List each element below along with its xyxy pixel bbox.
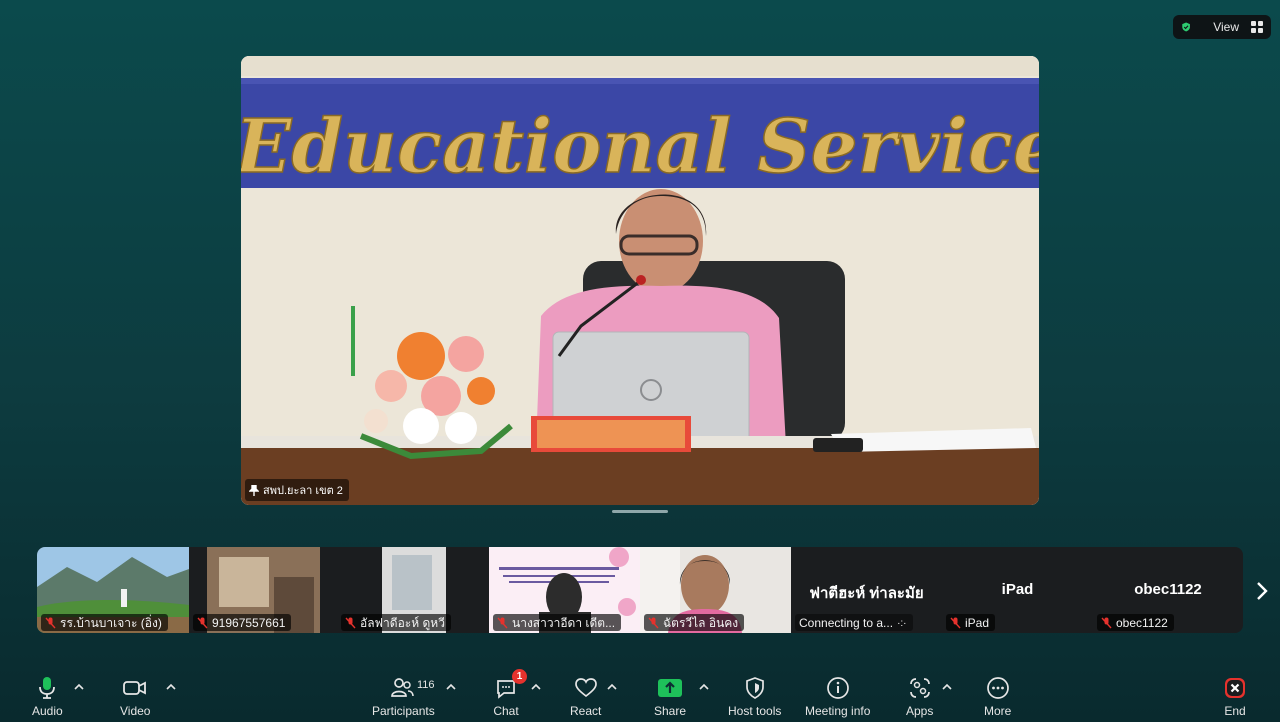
meeting-toolbar: Audio Video Participants 116 1 Chat Reac… — [0, 669, 1280, 722]
heart-icon — [574, 678, 597, 698]
chat-button[interactable]: 1 Chat — [493, 669, 527, 718]
participant-tile[interactable]: obec1122 obec1122 — [1093, 547, 1243, 633]
shield-check-icon — [1182, 22, 1190, 32]
grid-view-icon — [1251, 21, 1263, 33]
view-label: View — [1213, 20, 1239, 34]
share-screen-icon — [658, 679, 683, 697]
participant-name-tag: Connecting to a... ·:· — [795, 614, 913, 631]
video-button[interactable]: Video — [120, 675, 150, 718]
participant-name-tag: iPad — [946, 614, 996, 631]
next-page-button[interactable] — [1252, 578, 1272, 604]
muted-mic-icon — [648, 617, 659, 629]
react-button[interactable]: React — [570, 675, 601, 718]
apps-options-caret-icon[interactable] — [942, 683, 952, 691]
speaker-video-frame: Educational Service — [241, 56, 1039, 505]
muted-mic-icon — [45, 617, 56, 629]
connecting-spinner-icon: ·:· — [897, 617, 907, 629]
info-icon — [826, 677, 849, 699]
participant-tile[interactable]: 91967557661 — [189, 547, 320, 633]
chat-unread-badge: 1 — [512, 669, 527, 684]
participant-tile[interactable]: รร.บ้านบาเจาะ (อิ่ง) — [37, 547, 189, 633]
view-menu-button[interactable]: View — [1173, 15, 1271, 39]
chat-options-caret-icon[interactable] — [531, 683, 541, 691]
video-camera-icon — [123, 681, 147, 695]
participant-tile[interactable]: นางสาวาอีดา เดีต... — [489, 547, 640, 633]
participant-name-tag: 91967557661 — [193, 614, 292, 631]
shield-icon — [745, 677, 764, 699]
close-icon — [1225, 678, 1245, 698]
react-options-caret-icon[interactable] — [607, 683, 617, 691]
participant-tile[interactable]: iPad iPad — [942, 547, 1093, 633]
resize-handle[interactable] — [612, 510, 668, 513]
participant-name-tag: อัลฟาดีอะห์ ดูหวี — [341, 614, 451, 631]
participant-tile[interactable]: อัลฟาดีอะห์ ดูหวี — [337, 547, 487, 633]
participant-name-tag: obec1122 — [1097, 614, 1174, 631]
banner-text: Educational Service — [241, 104, 1039, 190]
speaker-name: สพป.ยะลา เขต 2 — [263, 485, 343, 497]
participants-strip: รร.บ้านบาเจาะ (อิ่ง) 91967557661 อัลฟาดี… — [37, 547, 1243, 633]
muted-mic-icon — [1101, 617, 1112, 629]
participants-options-caret-icon[interactable] — [446, 683, 456, 691]
participant-display-name: iPad — [1001, 581, 1034, 598]
speaker-name-tag: สพป.ยะลา เขต 2 — [245, 479, 349, 501]
participants-count: 116 — [417, 679, 435, 691]
active-speaker-video[interactable]: Educational Service สพป.ยะลา เขต 2 — [241, 56, 1039, 505]
participant-name-tag: ฉัตรวีไล อินคง — [644, 614, 745, 631]
participants-icon — [391, 678, 415, 697]
share-button[interactable]: Share — [654, 675, 686, 718]
microphone-icon — [39, 677, 56, 699]
video-options-caret-icon[interactable] — [166, 683, 176, 691]
end-meeting-button[interactable]: End — [1222, 675, 1248, 718]
participant-display-name: obec1122 — [1134, 581, 1202, 598]
muted-mic-icon — [497, 617, 508, 629]
muted-mic-icon — [345, 617, 356, 629]
pin-icon — [249, 484, 259, 496]
participant-name-tag: รร.บ้านบาเจาะ (อิ่ง) — [41, 614, 168, 631]
muted-mic-icon — [197, 617, 208, 629]
more-button[interactable]: More — [984, 675, 1011, 718]
audio-button[interactable]: Audio — [32, 675, 63, 718]
chevron-right-icon — [1257, 582, 1268, 600]
participant-name-tag: นางสาวาอีดา เดีต... — [493, 614, 622, 631]
host-tools-button[interactable]: Host tools — [728, 675, 781, 718]
participant-display-name: ฟาตีฮะห์ ท่าละมัย — [809, 585, 924, 602]
participant-tile[interactable]: ฟาตีฮะห์ ท่าละมัย Connecting to a... ·:· — [791, 547, 942, 633]
apps-icon — [909, 678, 930, 698]
share-options-caret-icon[interactable] — [699, 683, 709, 691]
audio-options-caret-icon[interactable] — [74, 683, 84, 691]
meeting-info-button[interactable]: Meeting info — [805, 675, 870, 718]
participant-tile[interactable]: ฉัตรวีไล อินคง — [640, 547, 791, 633]
muted-mic-icon — [950, 617, 961, 629]
more-options-icon — [986, 677, 1009, 699]
apps-button[interactable]: Apps — [906, 675, 933, 718]
